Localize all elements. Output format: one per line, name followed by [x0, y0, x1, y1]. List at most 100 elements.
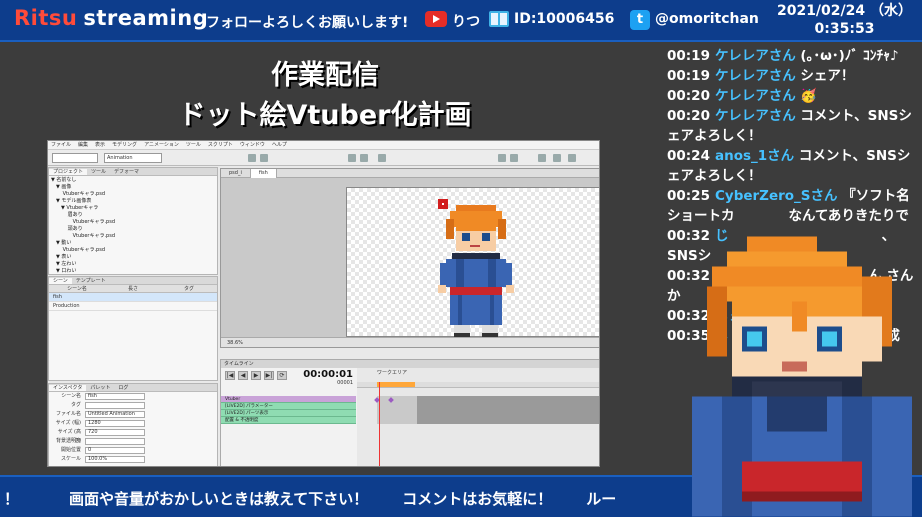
menu-item[interactable]: ツール: [186, 142, 201, 148]
tree-item[interactable]: Vtuberキャラ.psd: [51, 247, 215, 254]
property-field[interactable]: fish: [85, 393, 145, 400]
tool-icon[interactable]: [568, 154, 576, 162]
tree-item[interactable]: Vtuberキャラ.psd: [51, 233, 215, 240]
tool-icon[interactable]: [553, 154, 561, 162]
tree-item[interactable]: Vtuberキャラ.psd: [51, 219, 215, 226]
tree-item[interactable]: ▼ 画像: [51, 184, 215, 191]
workspace-select[interactable]: [52, 153, 98, 163]
tree-item[interactable]: ▼ Vtuberキャラ: [51, 205, 215, 212]
tree-item[interactable]: Vtuberキャラ.psd: [51, 191, 215, 198]
timeline-layer[interactable]: Vtuber: [221, 396, 356, 403]
tool-icon[interactable]: [378, 154, 386, 162]
property-label: 背景透明度: [55, 438, 81, 444]
loop-button[interactable]: ⟳: [277, 371, 287, 380]
tab-tool[interactable]: ツール: [87, 169, 110, 175]
tree-item[interactable]: ▼ 左わい: [51, 261, 215, 268]
chat-message: 00:25 CyberZero_Sさん 『ソフト名 ショートカ なんてありきたりで: [667, 186, 922, 226]
col-tag: タグ: [183, 286, 194, 292]
tab-log[interactable]: ログ: [114, 385, 132, 391]
mode-select[interactable]: Animation: [104, 153, 162, 163]
property-label: タグ: [70, 402, 81, 408]
tool-icon[interactable]: [348, 154, 356, 162]
timeline-track[interactable]: ワークエリア: [357, 368, 599, 466]
zoom-value[interactable]: 38.6%: [227, 340, 243, 346]
menu-item[interactable]: スクリプト: [208, 142, 233, 148]
menu-item[interactable]: アニメーション: [144, 142, 179, 148]
tab-deformer[interactable]: デフォーマ: [110, 169, 143, 175]
pixel-character-sprite: [438, 199, 514, 337]
chat-text: シェア！: [800, 68, 855, 84]
tree-item[interactable]: ▼ 表い: [51, 254, 215, 261]
tab-template[interactable]: テンプレート: [72, 278, 110, 284]
chat-message: 00:20 ケレレアさん 🥳: [667, 86, 922, 106]
tree-item[interactable]: ▼ 名前なし: [51, 177, 215, 184]
time-text: 0:35:53: [814, 21, 875, 37]
property-field[interactable]: 0: [85, 447, 145, 454]
tab-inspector[interactable]: インスペクタ: [49, 385, 87, 391]
ticker-item: コメントはお気軽に！: [402, 490, 553, 508]
property-row: シーン名 fish: [49, 392, 217, 401]
menu-item[interactable]: モデリング: [112, 142, 137, 148]
tool-icon[interactable]: [538, 154, 546, 162]
timeline-panel: タイムライン |◀ ◀ ▶ ▶| ⟳ 00:00:01 00001 Vtuber…: [220, 359, 599, 466]
document-tabs: psd_i fish: [221, 169, 599, 178]
tool-icon[interactable]: [510, 154, 518, 162]
timeline-layer[interactable]: [LIVE2D] パラメーター: [221, 403, 356, 410]
tree-item[interactable]: ▼ 動い: [51, 240, 215, 247]
property-label: ファイル名: [55, 411, 81, 417]
chat-time: 00:20: [667, 108, 710, 124]
tree-item[interactable]: ▼ 口わい: [51, 268, 215, 275]
tool-icon[interactable]: [248, 154, 256, 162]
play-button[interactable]: ▶: [251, 371, 261, 380]
scene-row[interactable]: Production: [49, 302, 217, 311]
tool-icon[interactable]: [260, 154, 268, 162]
timeline-layer[interactable]: [LIVE2D] パーツ表示: [221, 410, 356, 417]
chat-user: ケレレアさん: [714, 48, 796, 64]
menu-item[interactable]: ヘルプ: [272, 142, 287, 148]
tool-icon[interactable]: [360, 154, 368, 162]
property-field[interactable]: Untitled Animation: [85, 411, 145, 418]
property-row: サイズ (幅) 1280: [49, 419, 217, 428]
scene-grid-header: シーン名 長さ タグ: [49, 285, 217, 293]
playback-controls: |◀ ◀ ▶ ▶| ⟳ 00:00:01 00001: [221, 368, 356, 390]
timeline-layer-list: Vtuber [LIVE2D] パラメーター [LIVE2D] パーツ表示 配置 & …: [221, 396, 356, 424]
menu-item[interactable]: ファイル: [51, 142, 71, 148]
property-field[interactable]: 720: [85, 429, 145, 436]
skip-end-button[interactable]: ▶|: [264, 371, 274, 380]
chat-text: 🥳: [800, 88, 818, 104]
date-text: 2021/02/24 （水）: [776, 3, 912, 19]
canvas-area[interactable]: psd_i fish 38.6%: [220, 168, 599, 348]
live2d-editor-window[interactable]: ファイル 編集 表示 モデリング アニメーション ツール スクリプト ウィンドウ ヘルプ Ani…: [47, 140, 600, 467]
tree-item[interactable]: 眉あり: [51, 212, 215, 219]
chat-user: anos_1さん: [714, 148, 795, 164]
tab-scene[interactable]: シーン: [49, 278, 72, 284]
property-field[interactable]: 100.0%: [85, 456, 145, 463]
timeline-layer[interactable]: 配置 & 不透明度: [221, 417, 356, 424]
skip-start-button[interactable]: |◀: [225, 371, 235, 380]
work-area-bar[interactable]: [377, 382, 415, 387]
property-label: サイズ (幅): [55, 420, 81, 426]
property-field[interactable]: 1280: [85, 420, 145, 427]
property-field[interactable]: [85, 438, 145, 445]
datetime: 2021/02/24 （水） 0:35:53: [777, 2, 912, 38]
property-label: シーン名: [61, 393, 81, 399]
tree-item[interactable]: ▼ モデル画像表: [51, 198, 215, 205]
tab-palette[interactable]: パレット: [86, 385, 114, 391]
scene-tabs: シーン テンプレート: [49, 277, 217, 285]
brand-part2: streaming: [83, 6, 209, 30]
playhead[interactable]: [379, 382, 380, 466]
youtube-icon: [425, 11, 447, 27]
step-back-button[interactable]: ◀: [238, 371, 248, 380]
youtube-name: りつ: [452, 14, 481, 30]
property-field[interactable]: [85, 402, 145, 409]
stream-overlay: Ritsu streaming フォローよろしくお願いします! りつ ID:100…: [0, 0, 922, 517]
doc-tab[interactable]: fish: [250, 169, 277, 178]
scene-row[interactable]: fish: [49, 293, 217, 302]
menu-item[interactable]: ウィンドウ: [240, 142, 265, 148]
tab-project[interactable]: プロジェクト: [49, 169, 88, 175]
tool-icon[interactable]: [498, 154, 506, 162]
menu-item[interactable]: 編集: [78, 142, 88, 148]
tree-item[interactable]: 頭あり: [51, 226, 215, 233]
menu-item[interactable]: 表示: [95, 142, 105, 148]
doc-tab[interactable]: psd_i: [221, 169, 251, 178]
